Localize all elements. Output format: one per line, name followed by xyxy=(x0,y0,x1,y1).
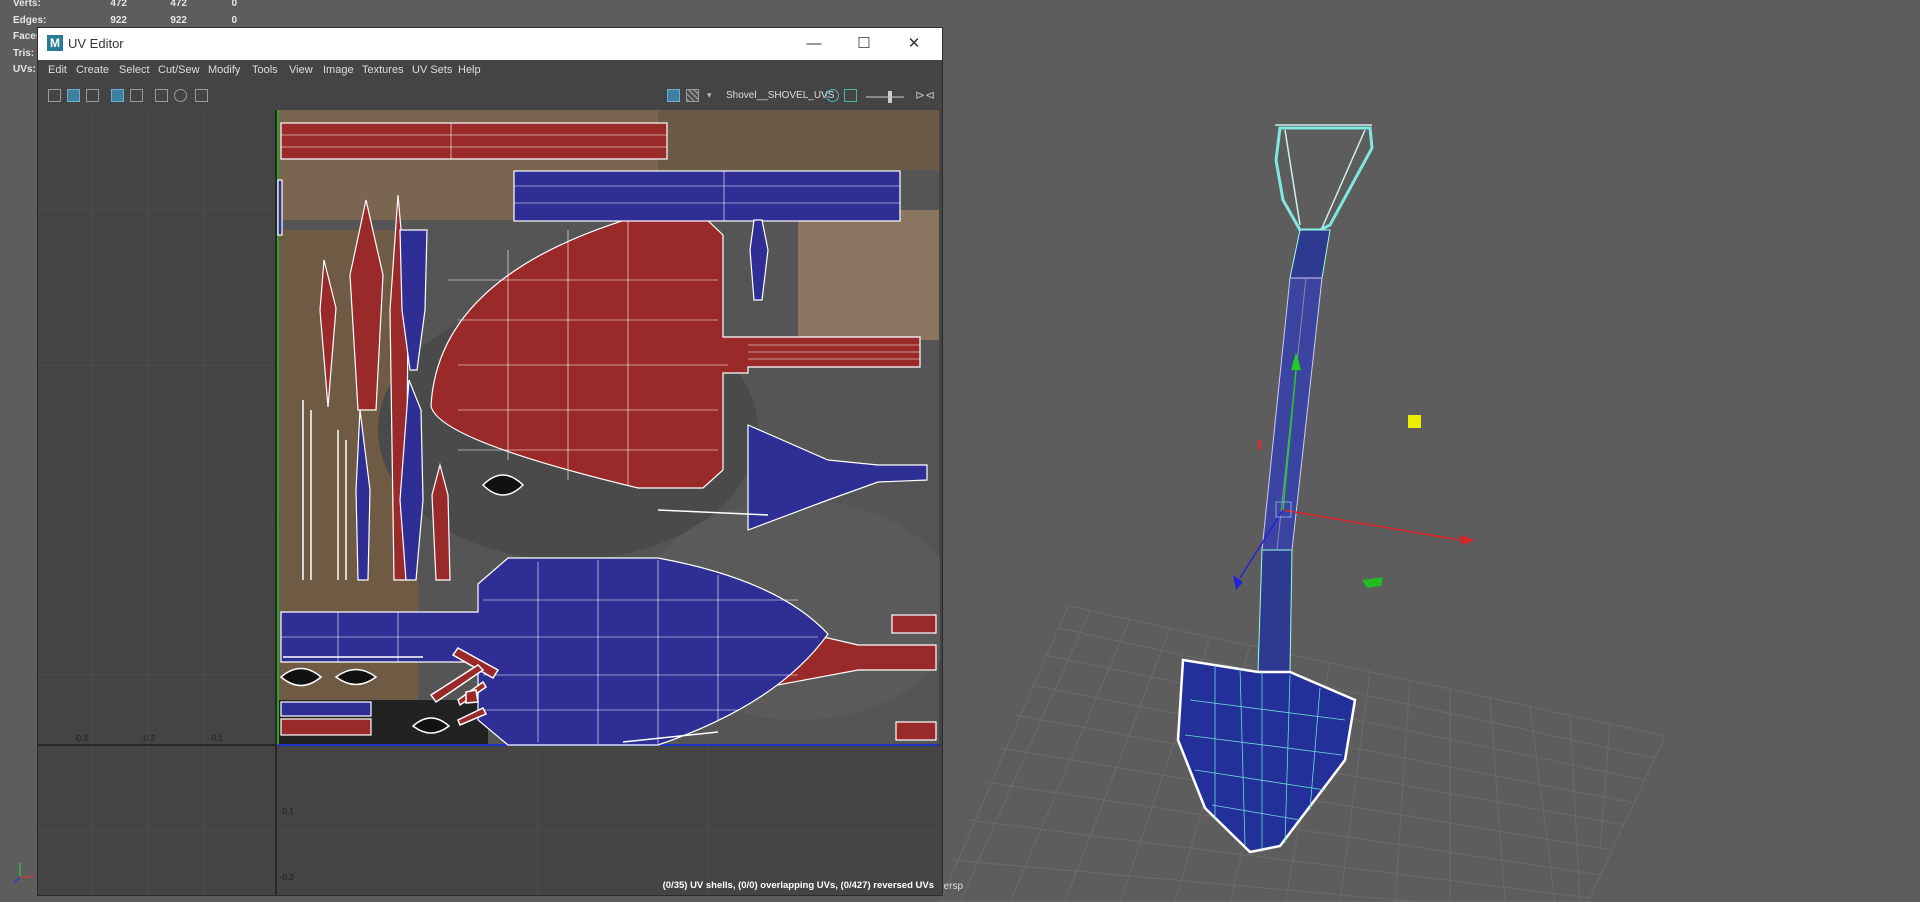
grid-label-u: -0.2 xyxy=(141,734,155,743)
menu-help[interactable]: Help xyxy=(458,64,481,76)
uv-editor-window[interactable]: M UV Editor — ☐ ✕ Edit Create Select Cut… xyxy=(37,27,943,896)
hud-label: UVs: xyxy=(13,64,36,75)
menu-edit[interactable]: Edit xyxy=(48,64,67,76)
menu-create[interactable]: Create xyxy=(76,64,109,76)
uv-set-icon[interactable] xyxy=(826,89,839,102)
menu-tools[interactable]: Tools xyxy=(252,64,278,76)
checker-dropdown-icon[interactable]: ▾ xyxy=(707,90,712,101)
filter-icon[interactable] xyxy=(174,89,187,102)
hud-label: Tris: xyxy=(13,47,35,59)
close-button[interactable]: ✕ xyxy=(889,28,939,60)
uv-canvas[interactable] xyxy=(38,110,940,895)
hud-label: Verts: xyxy=(13,0,41,9)
maya-logo-icon: M xyxy=(47,35,63,51)
grid-label-v: -0.1 xyxy=(280,807,294,816)
grid-label-v: -0.2 xyxy=(280,873,294,882)
image-display-icon[interactable] xyxy=(67,89,80,102)
texture-borders-icon[interactable] xyxy=(130,89,143,102)
menu-textures[interactable]: Textures xyxy=(362,64,404,76)
view-axis-icon xyxy=(13,863,34,884)
menu-cut-sew[interactable]: Cut/Sew xyxy=(158,64,200,76)
snapshot-icon[interactable] xyxy=(195,89,208,102)
display-image-toggle-icon[interactable] xyxy=(667,89,680,102)
texture-icon[interactable] xyxy=(844,89,857,102)
menu-bar: Edit Create Select Cut/Sew Modify Tools … xyxy=(38,60,942,82)
menu-uv-sets[interactable]: UV Sets xyxy=(412,64,452,76)
menu-modify[interactable]: Modify xyxy=(208,64,240,76)
checker-icon[interactable] xyxy=(686,89,699,102)
window-title: UV Editor xyxy=(68,36,124,51)
uv-toolkit-icon[interactable] xyxy=(48,89,61,102)
hud-value: 472 xyxy=(170,0,187,9)
grid-label-u: -0.1 xyxy=(209,734,223,743)
exposure-slider[interactable] xyxy=(866,96,904,98)
menu-view[interactable]: View xyxy=(289,64,313,76)
uv-set-name[interactable]: Shovel__SHOVEL_UVS xyxy=(726,90,834,101)
hud-value: 0 xyxy=(231,0,237,9)
exposure-slider-handle[interactable] xyxy=(888,91,892,103)
expand-icon[interactable]: ⊳⊲ xyxy=(915,88,935,102)
menu-select[interactable]: Select xyxy=(119,64,150,76)
maximize-button[interactable]: ☐ xyxy=(839,28,889,60)
hud-value: 472 xyxy=(110,0,127,9)
minimize-button[interactable]: — xyxy=(789,28,839,60)
dim-image-icon[interactable] xyxy=(86,89,99,102)
title-bar[interactable]: M UV Editor — ☐ ✕ xyxy=(38,28,942,60)
grid-icon[interactable] xyxy=(155,89,168,102)
uv-toolbar: ▾ Shovel__SHOVEL_UVS ⊳⊲ xyxy=(38,82,942,111)
uv-status-line: (0/35) UV shells, (0/0) overlapping UVs,… xyxy=(662,880,934,891)
grid-label-u: -0.3 xyxy=(74,734,88,743)
menu-image[interactable]: Image xyxy=(323,64,354,76)
shaded-uv-icon[interactable] xyxy=(111,89,124,102)
